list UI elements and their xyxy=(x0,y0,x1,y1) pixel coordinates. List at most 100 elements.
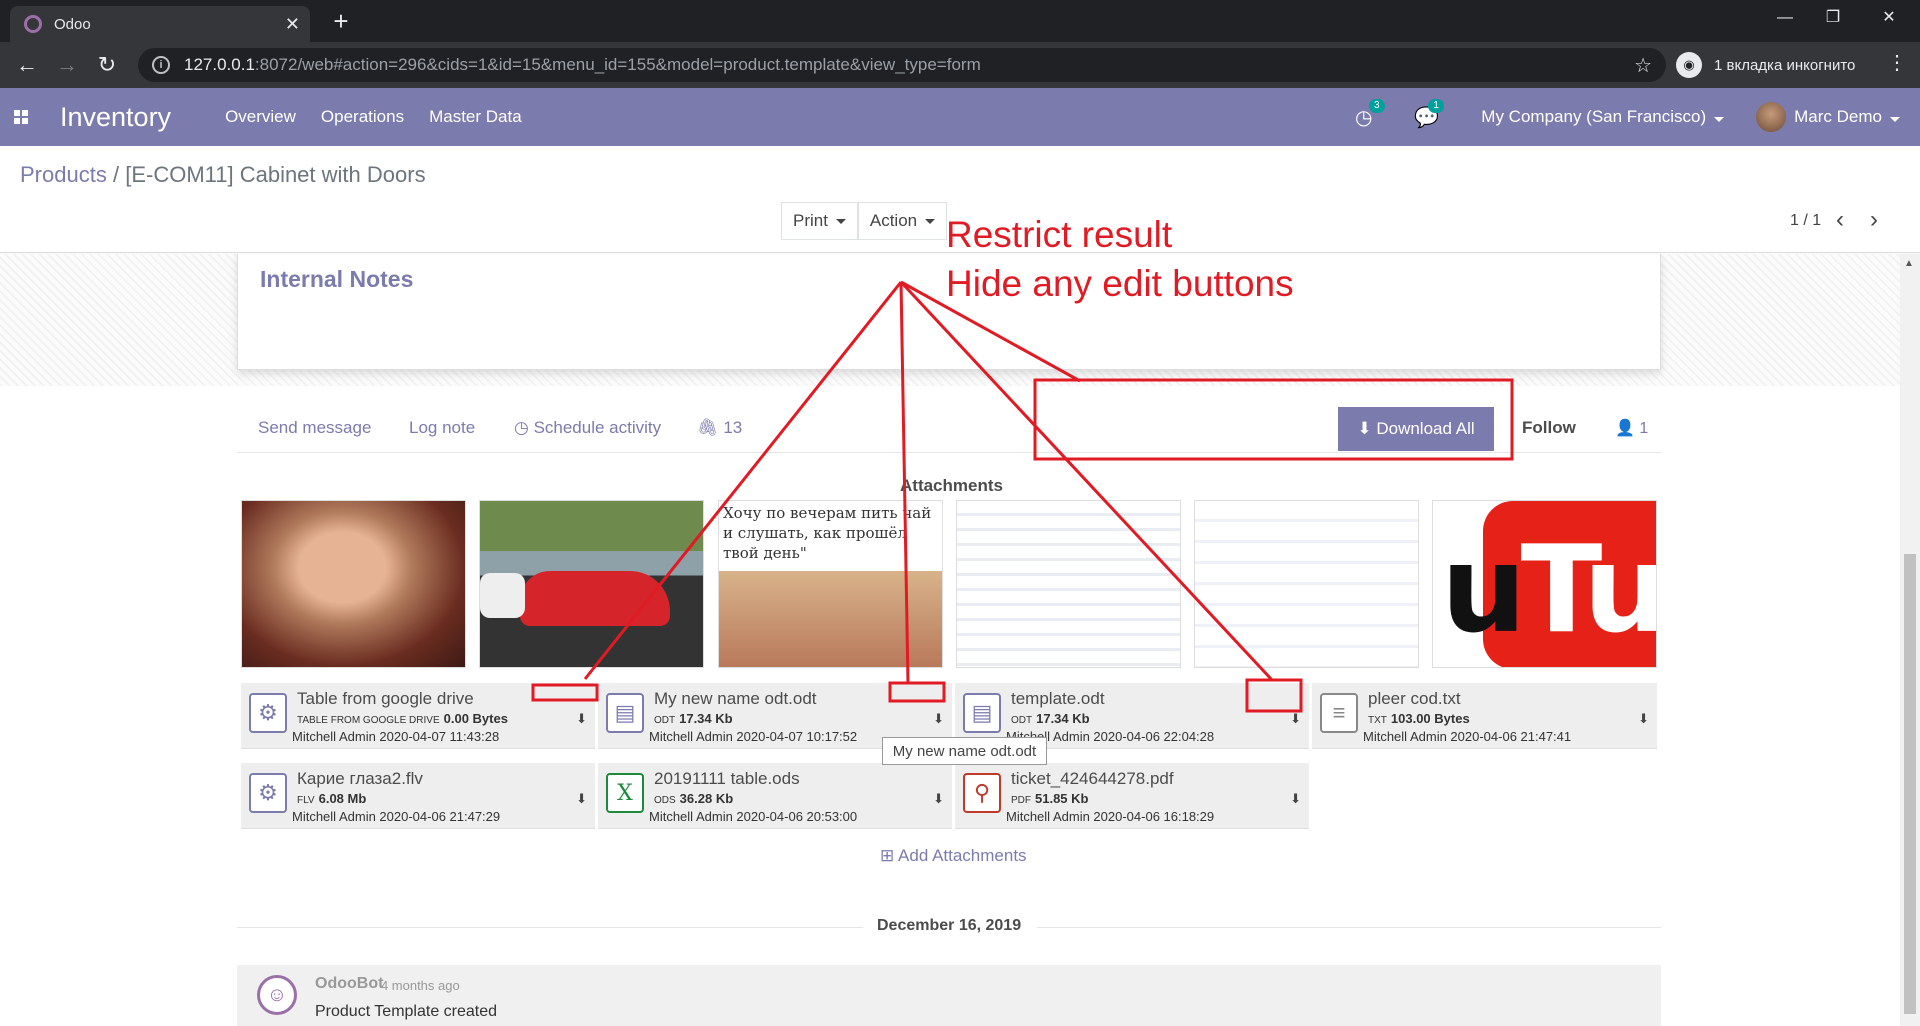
browser-menu-icon[interactable]: ⋮ xyxy=(1882,50,1912,75)
attachment-ext: flv xyxy=(297,795,315,806)
breadcrumb-current: [E-COM11] Cabinet with Doors xyxy=(125,162,426,187)
scroll-up-icon[interactable]: ▲ xyxy=(1904,258,1914,269)
image-thumbnail-illustration[interactable]: Хочу по вечерам пить чай и слушать, как … xyxy=(718,500,943,668)
download-icon[interactable]: ⬇ xyxy=(576,791,587,807)
forward-icon[interactable]: → xyxy=(52,50,82,80)
attachment-author: Mitchell Admin 2020-04-06 21:47:29 xyxy=(292,809,501,824)
image-thumbnail-selfie[interactable] xyxy=(241,500,466,668)
chevron-down-icon xyxy=(925,218,936,224)
menu-overview[interactable]: Overview xyxy=(225,107,296,127)
tooltip: My new name odt.odt xyxy=(882,737,1047,765)
company-switcher[interactable]: My Company (San Francisco) xyxy=(1481,107,1725,127)
download-icon[interactable]: ⬇ xyxy=(576,711,587,727)
chatter-message: ☺ OdooBot - 4 months ago Product Templat… xyxy=(237,965,1661,1026)
app-name[interactable]: Inventory xyxy=(60,102,171,133)
pager-prev-icon[interactable]: ‹ xyxy=(1836,206,1844,234)
attachment-ext: txt xyxy=(1368,715,1387,726)
apps-menu-icon[interactable] xyxy=(14,110,28,124)
activity-icon[interactable]: ◷ 3 xyxy=(1355,98,1385,130)
odoobot-avatar[interactable]: ☺ xyxy=(257,975,297,1015)
attachment-name[interactable]: Карие глаза2.flv xyxy=(297,769,423,789)
breadcrumb-separator: / xyxy=(112,162,120,187)
restore-icon[interactable]: ❐ xyxy=(1810,0,1856,36)
schedule-activity-button[interactable]: ◷ Schedule activity xyxy=(514,418,661,438)
attachment-name[interactable]: 20191111 table.ods xyxy=(654,769,800,789)
attachment-card[interactable]: ⚙ Table from google drive table from goo… xyxy=(241,683,595,749)
attachment-meta: table from google drive 0.00 Bytes xyxy=(297,711,508,726)
image-thumbnail-car[interactable] xyxy=(479,500,704,668)
minimize-icon[interactable]: — xyxy=(1762,0,1808,36)
user-avatar[interactable] xyxy=(1756,102,1787,132)
annotation-line-2: Hide any edit buttons xyxy=(946,263,1294,304)
date-separator-text: December 16, 2019 xyxy=(877,917,1022,934)
add-attachments-button[interactable]: ⊞ Add Attachments xyxy=(880,846,1027,866)
messages-badge: 1 xyxy=(1428,98,1444,113)
info-icon[interactable]: i xyxy=(152,56,170,74)
attachment-meta: ods 36.28 Kb xyxy=(654,791,733,806)
close-tab-icon[interactable]: ✕ xyxy=(285,14,300,35)
attachment-ext: ods xyxy=(654,795,676,806)
attachment-name[interactable]: pleer cod.txt xyxy=(1368,689,1461,709)
clock-icon: ◷ xyxy=(514,418,534,437)
download-icon[interactable]: ⬇ xyxy=(933,711,944,727)
attachment-name[interactable]: template.odt xyxy=(1011,689,1105,709)
download-icon: ⬇ xyxy=(1357,419,1377,438)
log-note-button[interactable]: Log note xyxy=(409,418,475,438)
new-tab-icon[interactable]: + xyxy=(326,6,356,36)
follow-button[interactable]: Follow xyxy=(1522,418,1576,438)
attachment-size: 103.00 Bytes xyxy=(1390,711,1470,726)
download-icon[interactable]: ⬇ xyxy=(933,791,944,807)
download-icon[interactable]: ⬇ xyxy=(1290,711,1301,727)
attachment-name[interactable]: My new name odt.odt xyxy=(654,689,817,709)
send-message-button[interactable]: Send message xyxy=(258,418,371,438)
followers-button[interactable]: 👤 1 xyxy=(1615,418,1648,438)
message-body: Product Template created xyxy=(315,1003,498,1020)
image-doc-icon: ▤ xyxy=(606,693,644,733)
company-name: My Company (San Francisco) xyxy=(1481,107,1707,126)
attachment-ext: table from google drive xyxy=(297,715,440,726)
image-doc-icon: ▤ xyxy=(963,693,1001,733)
user-menu[interactable]: Marc Demo xyxy=(1794,107,1900,127)
download-all-button[interactable]: ⬇ Download All xyxy=(1338,407,1494,451)
attachment-name[interactable]: Table from google drive xyxy=(297,689,474,709)
youtube-u-letter: uTub xyxy=(1441,521,1657,660)
attachment-author: Mitchell Admin 2020-04-06 20:53:00 xyxy=(649,809,858,824)
download-icon[interactable]: ⬇ xyxy=(1638,711,1649,727)
print-button[interactable]: Print xyxy=(781,202,858,240)
attachment-card[interactable]: X 20191111 table.ods ods 36.28 Kb Mitchel… xyxy=(598,763,952,829)
divider-line xyxy=(237,927,863,928)
attachment-card[interactable]: ≡ pleer cod.txt txt 103.00 Bytes Mitchell… xyxy=(1312,683,1657,749)
user-name: Marc Demo xyxy=(1794,107,1882,126)
address-bar[interactable]: i 127.0.0.1 :8072/web#action=296&cids=1&… xyxy=(138,48,1666,82)
scrollbar-thumb[interactable] xyxy=(1904,554,1916,1014)
image-thumbnail-youtube[interactable]: uTub xyxy=(1432,500,1657,668)
incognito-indicator[interactable]: ◉ 1 вкладка инкогнито xyxy=(1676,48,1855,82)
menu-master-data[interactable]: Master Data xyxy=(429,107,522,127)
page-scrollbar[interactable]: ▲ xyxy=(1900,254,1920,1026)
breadcrumb-products[interactable]: Products xyxy=(20,162,107,187)
image-thumbnail-total-hours[interactable] xyxy=(1194,500,1419,668)
reload-icon[interactable]: ↻ xyxy=(92,50,122,80)
messages-icon[interactable]: 💬 1 xyxy=(1414,98,1444,130)
back-icon[interactable]: ← xyxy=(12,50,42,80)
attachment-author: Mitchell Admin 2020-04-06 21:47:41 xyxy=(1363,729,1572,744)
attachment-author: Mitchell Admin 2020-04-07 10:17:52 xyxy=(649,729,858,744)
pager-next-icon[interactable]: › xyxy=(1870,206,1878,234)
attachment-size: 17.34 Kb xyxy=(679,711,733,726)
attachment-card[interactable]: ⚲ ticket_424644278.pdf pdf 51.85 Kb Mitch… xyxy=(955,763,1309,829)
odoo-navbar: Inventory Overview Operations Master Dat… xyxy=(0,88,1920,146)
attachment-count-button[interactable]: 🖇 13 xyxy=(697,418,742,438)
close-window-icon[interactable]: ✕ xyxy=(1866,0,1912,36)
bookmark-star-icon[interactable]: ☆ xyxy=(1634,53,1652,78)
attachment-name[interactable]: ticket_424644278.pdf xyxy=(1011,769,1174,789)
attachment-meta: txt 103.00 Bytes xyxy=(1368,711,1470,726)
action-button[interactable]: Action xyxy=(858,202,947,240)
menu-operations[interactable]: Operations xyxy=(321,107,404,127)
attachment-card[interactable]: ⚙ Карие глаза2.flv flv 6.08 Mb Mitchell A… xyxy=(241,763,595,829)
pager-value: 1 / 1 xyxy=(1790,212,1822,229)
browser-tab[interactable]: Odoo ✕ xyxy=(10,6,310,42)
download-icon[interactable]: ⬇ xyxy=(1290,791,1301,807)
attachment-meta: odt 17.34 Kb xyxy=(654,711,733,726)
attachment-ext: odt xyxy=(654,715,676,726)
image-thumbnail-salary-slips[interactable] xyxy=(956,500,1181,668)
